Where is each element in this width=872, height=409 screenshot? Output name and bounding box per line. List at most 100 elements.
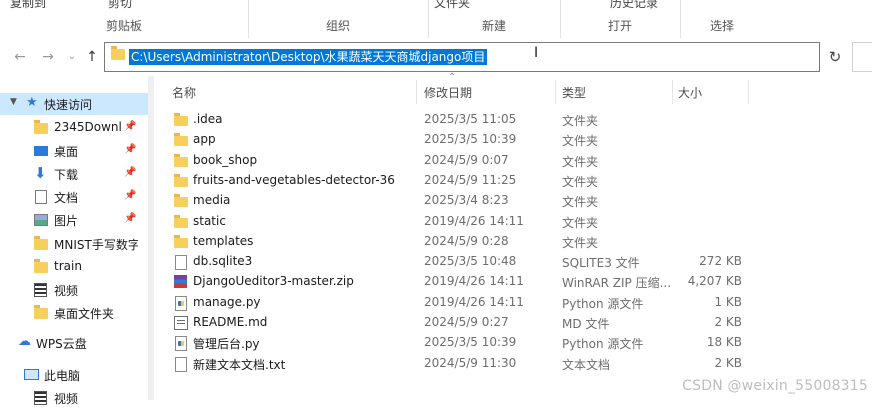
download-icon: ⬇	[34, 164, 47, 182]
folder-icon	[174, 113, 188, 126]
file-row[interactable]: fruits-and-vegetables-detector-36 2024/5/…	[160, 171, 760, 191]
folder-icon	[174, 234, 188, 248]
address-path[interactable]: C:\Users\Administrator\Desktop\水果蔬菜天天商城d…	[129, 49, 488, 65]
file-row[interactable]: manage.py 2019/4/26 14:11 Python 源文件 1 KB	[160, 293, 760, 313]
document-icon	[175, 255, 187, 271]
column-divider[interactable]	[555, 80, 556, 104]
pictures-icon	[34, 214, 48, 226]
file-row[interactable]: .idea 2025/3/5 11:05 文件夹	[160, 110, 760, 130]
column-header-row: ⌃ 名称 修改日期 类型 大小	[160, 72, 872, 106]
nav-item-label: 2345Downlc	[54, 120, 122, 134]
address-input[interactable]: C:\Users\Administrator\Desktop\水果蔬菜天天商城d…	[104, 42, 820, 72]
column-header-name[interactable]: 名称	[172, 84, 196, 101]
pin-icon: 📌	[124, 144, 137, 155]
column-header-date[interactable]: 修改日期	[424, 84, 472, 101]
video-icon	[34, 283, 47, 297]
file-row[interactable]: 管理后台.py 2025/3/5 10:39 Python 源文件 18 KB	[160, 333, 760, 353]
file-row[interactable]: static 2019/4/26 14:11 文件夹	[160, 212, 760, 232]
back-arrow-icon[interactable]: ←	[12, 49, 28, 65]
desktop-icon	[34, 146, 48, 156]
file-size: 2 KB	[714, 355, 742, 370]
file-row[interactable]: README.md 2024/5/9 0:27 MD 文件 2 KB	[160, 313, 760, 333]
folder-icon	[34, 236, 48, 250]
ribbon-group-label: 打开	[607, 19, 632, 33]
file-name[interactable]: static	[193, 214, 226, 228]
file-name[interactable]: book_shop	[193, 153, 257, 167]
navigation-scrollbar[interactable]	[148, 76, 154, 400]
column-header-type[interactable]: 类型	[562, 84, 586, 101]
file-row[interactable]: DjangoUeditor3-master.zip 2019/4/26 14:11…	[160, 272, 760, 292]
forward-arrow-icon[interactable]: →	[40, 49, 56, 65]
nav-item-this-pc[interactable]: 此电脑	[0, 364, 152, 386]
video-icon	[34, 391, 47, 405]
ribbon-group-new: 文件夹 新建	[428, 0, 561, 38]
nav-item-label: 视频	[54, 392, 79, 406]
file-date: 2025/3/5 10:39	[424, 335, 517, 350]
nav-item-label: 视频	[54, 284, 79, 298]
column-divider[interactable]	[416, 80, 417, 104]
nav-item-documents[interactable]: 文档 📌	[0, 186, 152, 208]
column-divider[interactable]	[748, 80, 749, 104]
recent-chevron-icon[interactable]: ⌄	[64, 49, 80, 65]
file-name[interactable]: app	[193, 132, 216, 146]
file-row[interactable]: 新建文本文档.txt 2024/5/9 11:30 文本文档 2 KB	[160, 354, 760, 374]
file-row[interactable]: templates 2024/5/9 0:28 文件夹	[160, 232, 760, 252]
folder-icon	[34, 305, 48, 319]
file-type: 文件夹	[562, 195, 599, 210]
nav-item-quick-access[interactable]: ▼ ★ 快速访问	[0, 93, 152, 115]
ribbon-group-label: 新建	[481, 19, 506, 33]
file-row[interactable]: app 2025/3/5 10:39 文件夹	[160, 130, 760, 150]
file-type: Python 源文件	[562, 337, 644, 352]
file-date: 2025/3/5 11:05	[424, 112, 517, 126]
document-icon	[175, 356, 187, 372]
markdown-file-icon	[174, 316, 188, 330]
nav-item-label: 快速访问	[44, 98, 93, 112]
column-divider[interactable]	[672, 80, 673, 104]
up-arrow-icon[interactable]: ↑	[84, 49, 100, 65]
star-icon: ★	[26, 95, 38, 110]
search-input[interactable]	[852, 42, 872, 72]
zip-archive-icon	[174, 275, 187, 289]
nav-item-wps-cloud[interactable]: ☁ WPS云盘	[0, 332, 152, 354]
nav-item-train[interactable]: train	[0, 256, 152, 278]
document-icon	[35, 190, 47, 204]
nav-item-label: MNIST手写数字	[54, 238, 138, 252]
file-type: Python 源文件	[562, 296, 644, 311]
nav-item-2345downloads[interactable]: 2345Downlc 📌	[0, 117, 152, 139]
chevron-down-icon[interactable]: ▼	[10, 97, 17, 107]
column-header-size[interactable]: 大小	[678, 84, 702, 101]
nav-item-videos[interactable]: 视频	[0, 279, 152, 301]
file-type: 文件夹	[562, 174, 599, 189]
file-row[interactable]: book_shop 2024/5/9 0:07 文件夹	[160, 151, 760, 171]
folder-icon	[34, 259, 48, 273]
file-size: 18 KB	[706, 335, 742, 350]
pin-icon: 📌	[124, 190, 137, 201]
cloud-icon: ☁	[18, 334, 31, 349]
nav-item-desktop-folder[interactable]: 桌面文件夹	[0, 302, 152, 324]
nav-item-pictures[interactable]: 图片 📌	[0, 209, 152, 231]
nav-item-mnist[interactable]: MNIST手写数字	[0, 233, 152, 255]
file-name[interactable]: media	[193, 193, 230, 207]
nav-item-label: 桌面文件夹	[54, 307, 115, 321]
file-row[interactable]: media 2025/3/4 8:23 文件夹	[160, 191, 760, 211]
file-name[interactable]: db.sqlite3	[193, 254, 252, 268]
nav-item-videos-pc[interactable]: 视频	[0, 387, 152, 409]
file-name[interactable]: 管理后台.py	[193, 335, 260, 352]
nav-item-downloads[interactable]: ⬇ 下载 📌	[0, 163, 152, 185]
file-name[interactable]: 新建文本文档.txt	[193, 356, 285, 373]
file-name[interactable]: .idea	[193, 112, 223, 126]
file-row[interactable]: db.sqlite3 2025/3/5 10:48 SQLITE3 文件 272 KB	[160, 252, 760, 272]
folder-icon	[174, 133, 188, 147]
file-date: 2019/4/26 14:11	[424, 294, 524, 309]
refresh-icon[interactable]: ↻	[822, 42, 848, 72]
file-date: 2024/5/9 11:25	[424, 172, 517, 187]
file-name[interactable]: README.md	[193, 315, 267, 329]
nav-item-desktop[interactable]: 桌面 📌	[0, 140, 152, 162]
file-name[interactable]: fruits-and-vegetables-detector-36	[193, 173, 395, 187]
file-type: 文本文档	[562, 357, 611, 372]
file-name[interactable]: DjangoUeditor3-master.zip	[193, 274, 354, 288]
python-file-icon	[175, 336, 187, 352]
file-type: 文件夹	[562, 215, 599, 230]
file-name[interactable]: manage.py	[193, 295, 261, 309]
file-name[interactable]: templates	[193, 234, 253, 248]
